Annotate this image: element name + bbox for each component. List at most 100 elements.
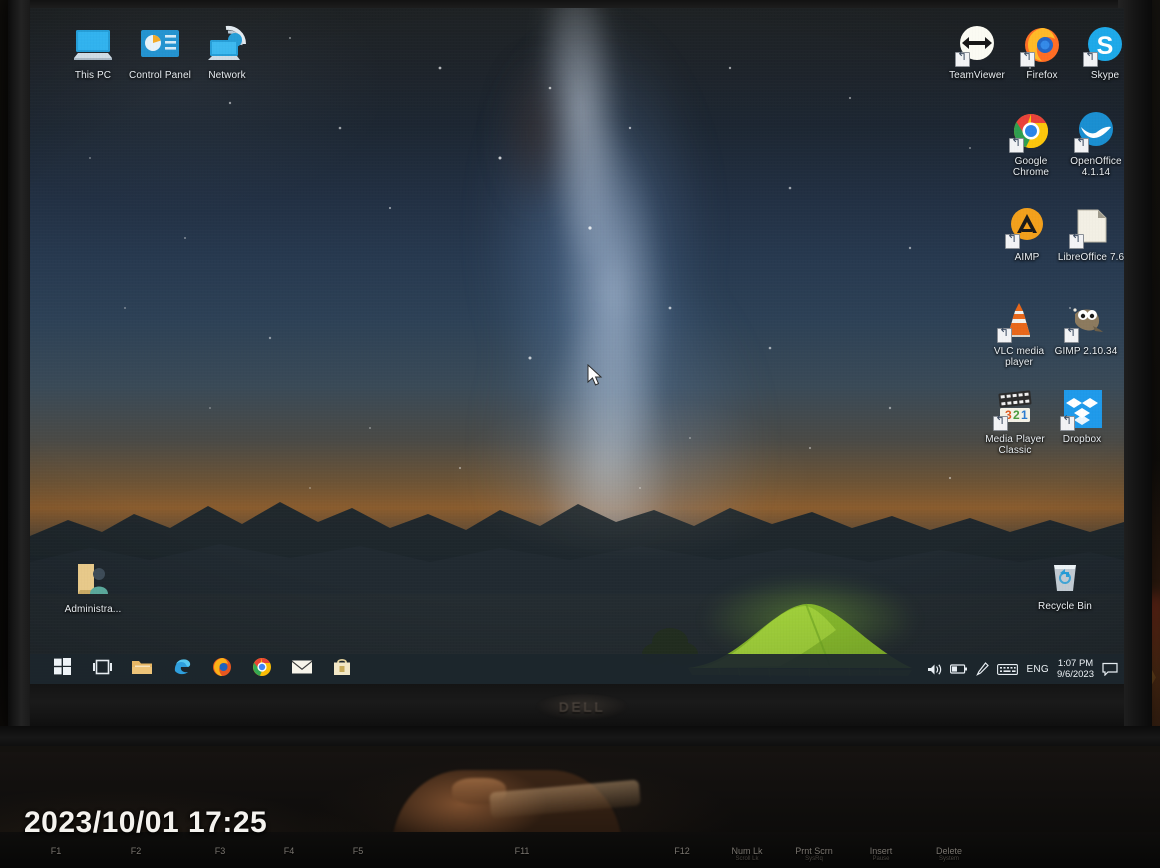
desktop-icon-openoffice[interactable]: OpenOffice 4.1.14 [1061,108,1124,178]
gimp-icon [1063,298,1109,344]
key-sublabel: System [938,856,959,862]
shortcut-overlay-icon [1083,52,1098,67]
key-label: F11 [514,846,530,856]
edge-icon [172,657,192,682]
mouse-cursor [587,364,603,386]
key-label: Delete [935,846,962,856]
pen-icon[interactable] [976,662,990,676]
start-button[interactable] [42,654,82,684]
vlc-icon [996,298,1042,344]
file-explorer-button[interactable] [122,654,162,684]
desktop-icon-google-chrome[interactable]: Google Chrome [996,108,1066,178]
key-f4[interactable]: F4 [256,838,322,856]
key-delete[interactable]: Delete System [914,838,984,863]
shortcut-overlay-icon [993,416,1008,431]
key-f12[interactable]: F12 [650,838,714,856]
icon-label: Administra... [64,604,122,615]
key-label: F1 [50,846,62,856]
firefox-button[interactable] [202,654,242,684]
action-center-icon[interactable] [1102,662,1118,676]
system-tray: ENG 1:07 PM 9/6/2023 [927,658,1124,680]
control-panel-icon [137,22,183,68]
mail-icon [291,659,313,680]
network-icon [204,22,250,68]
desktop-icon-administrator[interactable]: Administra... [58,556,128,615]
taskbar: ENG 1:07 PM 9/6/2023 [30,654,1124,684]
battery-icon[interactable] [950,663,968,675]
key-num-lock[interactable]: Num Lk Scroll Lk [714,838,780,863]
desktop-icon-dropbox[interactable]: Dropbox [1047,386,1117,445]
desktop-icon-firefox[interactable]: Firefox [1007,22,1077,81]
this-pc-icon [70,22,116,68]
shortcut-overlay-icon [1020,52,1035,67]
key-f11[interactable]: F11 [394,838,650,856]
icon-label: Dropbox [1062,434,1102,445]
chrome-button[interactable] [242,654,282,684]
key-f1[interactable]: F1 [24,838,88,856]
dell-logo-text: DELL [558,699,606,715]
shortcut-overlay-icon [955,52,970,67]
teamviewer-icon [954,22,1000,68]
key-sublabel: Scroll Lk [735,856,759,862]
windows-logo-icon [53,658,71,680]
key-f5[interactable]: F5 [322,838,394,856]
icon-label: AIMP [1014,252,1040,263]
shortcut-overlay-icon [1009,138,1024,153]
clock[interactable]: 1:07 PM 9/6/2023 [1057,658,1094,680]
shortcut-overlay-icon [1060,416,1075,431]
desktop-icon-teamviewer[interactable]: TeamViewer [942,22,1012,81]
svg-text:1: 1 [1021,408,1028,422]
svg-text:S: S [1097,32,1114,60]
desktop-icon-aimp[interactable]: AIMP [992,204,1062,263]
desktop-icon-gimp[interactable]: GIMP 2.10.34 [1051,298,1121,357]
photograph-scene: This PC Control Panel Network Administra… [0,0,1160,868]
shortcut-overlay-icon [1064,328,1079,343]
aimp-icon [1004,204,1050,250]
libreoffice-icon [1068,204,1114,250]
desktop-icon-this-pc[interactable]: This PC [58,22,128,81]
shortcut-overlay-icon [1069,234,1084,249]
clock-date: 9/6/2023 [1057,669,1094,680]
key-f3[interactable]: F3 [184,838,256,856]
keyboard-function-row: F1 F2 F3 F4 F5 F11 F12 Num Lk Scroll Lk … [0,838,1160,868]
store-button[interactable] [322,654,362,684]
firefox-icon [212,657,232,682]
key-label: F12 [674,846,690,856]
icon-label: Recycle Bin [1038,601,1092,612]
key-label: F3 [214,846,226,856]
touch-keyboard-icon[interactable] [997,663,1019,676]
icon-label: GIMP 2.10.34 [1054,346,1118,357]
desktop-icon-libreoffice[interactable]: LibreOffice 7.6 [1056,204,1124,263]
key-label: Prnt Scrn [795,846,833,856]
taskbar-buttons [30,654,362,684]
shortcut-overlay-icon [997,328,1012,343]
media-player-classic-icon: 3 2 1 [992,386,1038,432]
desktop-icon-control-panel[interactable]: Control Panel [125,22,195,81]
desktop-icon-skype[interactable]: S Skype [1070,22,1124,81]
laptop-screen: This PC Control Panel Network Administra… [30,8,1124,684]
desktop-icon-recycle-bin[interactable]: Recycle Bin [1030,553,1100,612]
key-insert[interactable]: Insert Pause [848,838,914,863]
icon-label: This PC [74,70,112,81]
icon-label: TeamViewer [949,70,1005,81]
desktop-icon-vlc[interactable]: VLC media player [984,298,1054,368]
edge-button[interactable] [162,654,202,684]
user-folder-icon [70,556,116,602]
chrome-icon [252,657,272,682]
desktop-icon-network[interactable]: Network [192,22,262,81]
icon-label: VLC media player [993,346,1045,368]
firefox-icon [1019,22,1065,68]
microsoft-store-icon [333,657,351,681]
icon-label: Firefox [1026,70,1058,81]
key-label: Num Lk [731,846,763,856]
mail-button[interactable] [282,654,322,684]
desktop-icon-media-player-classic[interactable]: 3 2 1 Media Player Classic [980,386,1050,456]
language-indicator[interactable]: ENG [1026,664,1049,675]
key-label: F5 [352,846,364,856]
volume-icon[interactable] [927,663,942,676]
key-f2[interactable]: F2 [88,838,184,856]
task-view-button[interactable] [82,654,122,684]
icon-label: Skype [1090,70,1120,81]
clock-time: 1:07 PM [1057,658,1094,669]
key-print-screen[interactable]: Prnt Scrn SysRq [780,838,848,863]
